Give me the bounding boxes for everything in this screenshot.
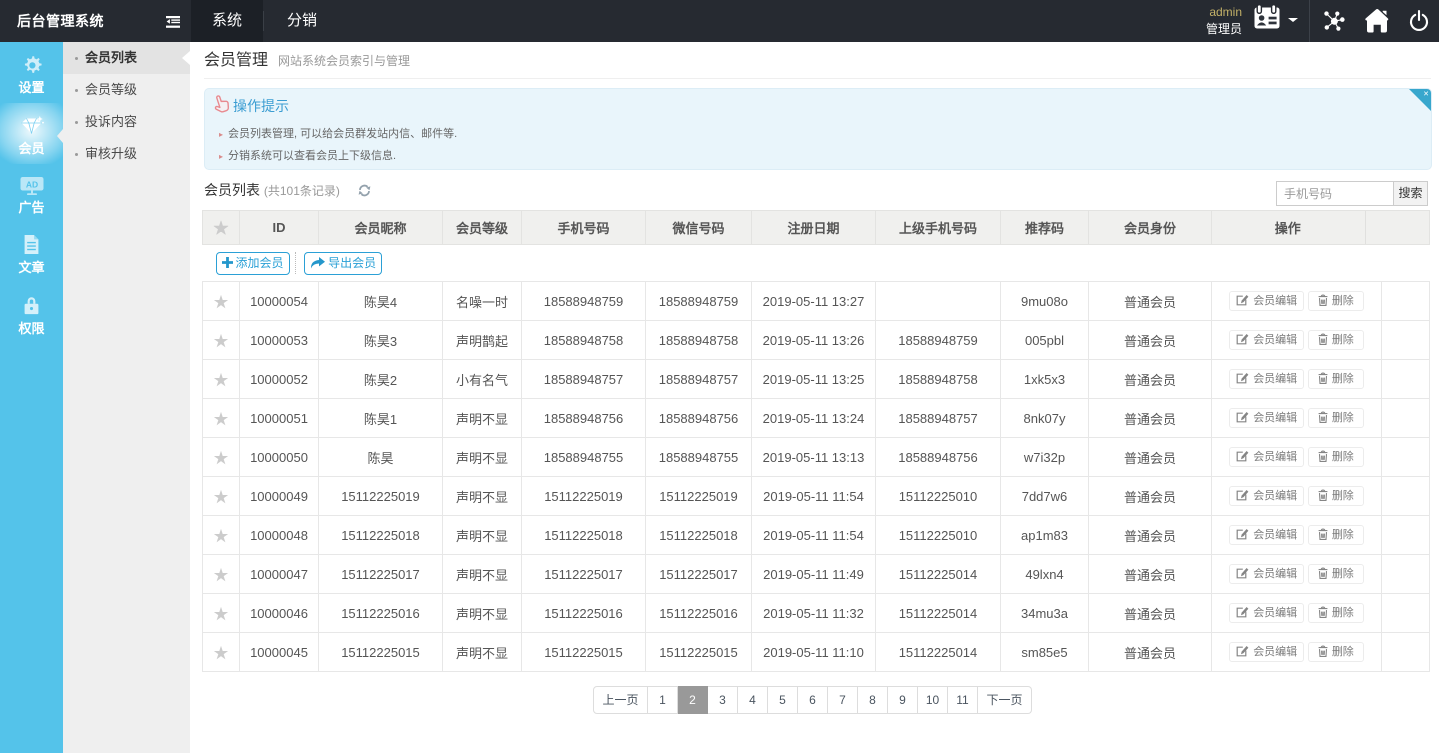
svg-text:AD: AD (25, 179, 37, 189)
